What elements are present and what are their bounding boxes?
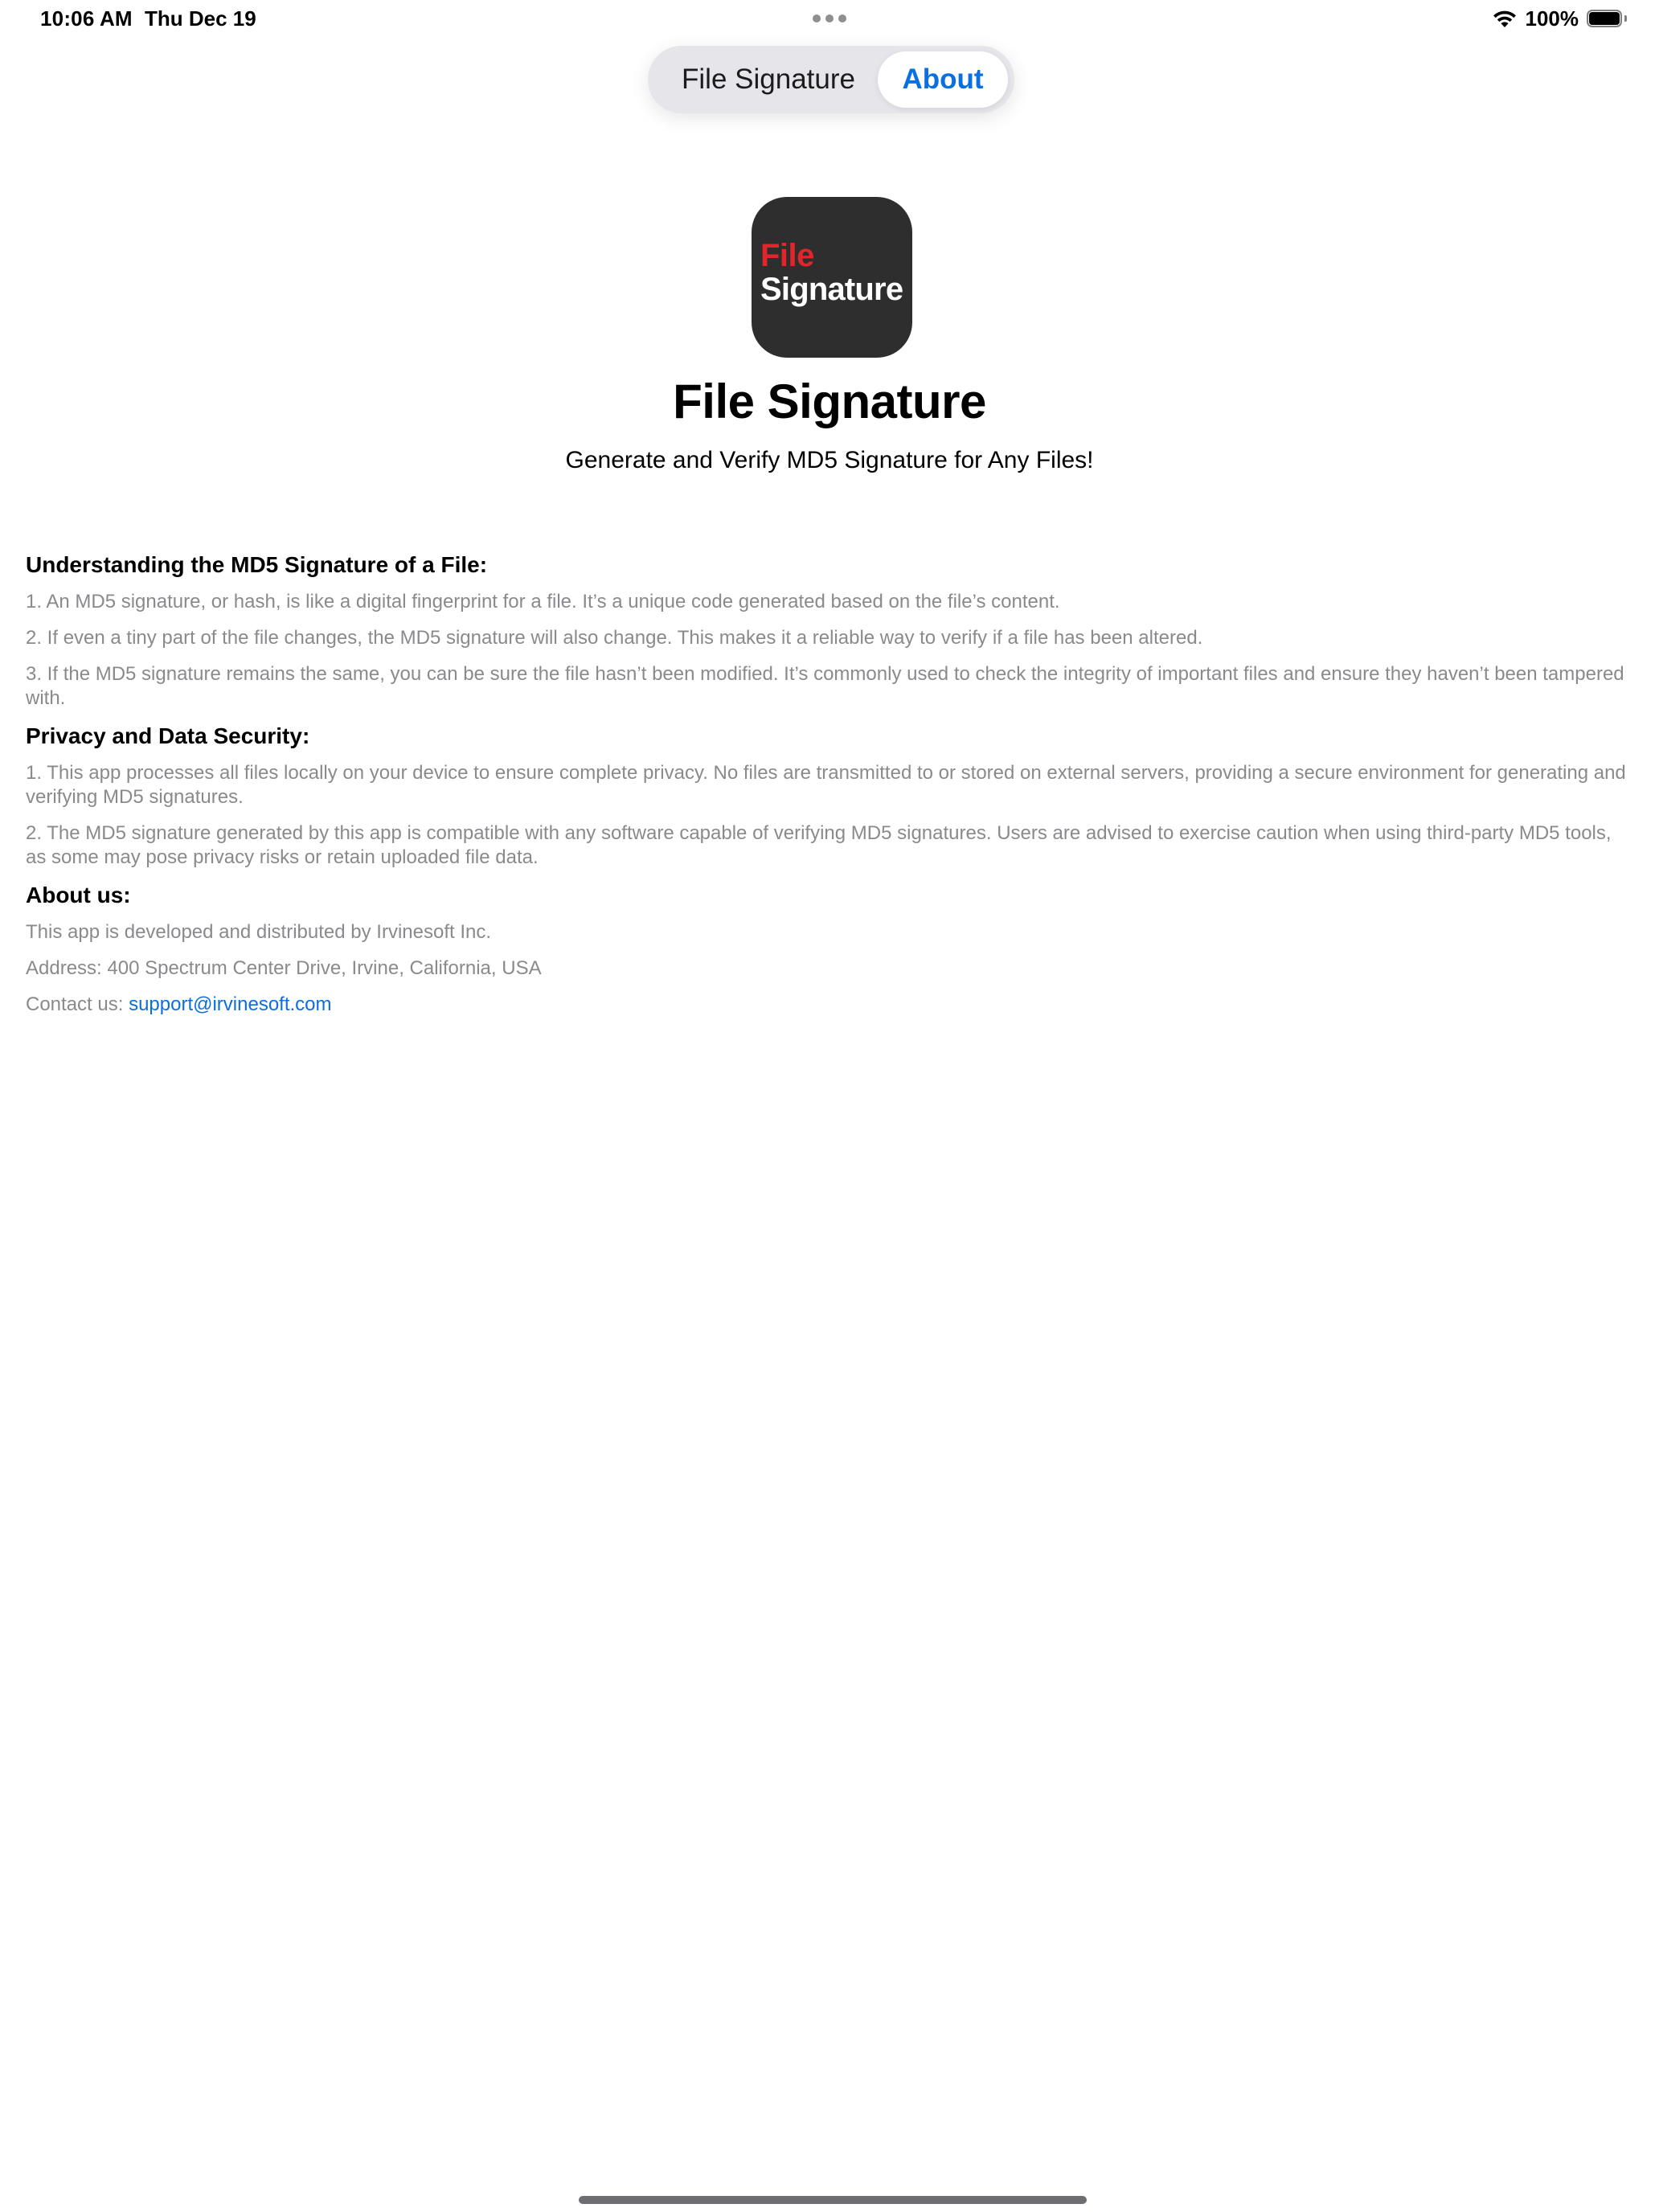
status-time: 10:06 AM [40,6,133,31]
home-indicator[interactable] [579,2196,1087,2204]
app-icon: File Signature [752,197,912,358]
contact-email-link[interactable]: support@irvinesoft.com [129,993,331,1015]
tab-about[interactable]: About [878,51,1008,108]
understanding-paragraph-2: 2. If even a tiny part of the file chang… [26,627,1203,649]
status-date: Thu Dec 19 [145,6,256,31]
about-content: Understanding the MD5 Signature of a Fil… [26,551,1633,1029]
battery-percentage: 100% [1525,6,1579,31]
understanding-paragraph-1: 1. An MD5 signature, or hash, is like a … [26,591,1060,612]
battery-icon [1587,9,1627,29]
tab-segmented-control: File Signature About [648,46,1014,113]
multitasking-dots-icon[interactable] [813,14,846,23]
status-bar: 10:06 AM Thu Dec 19 100% [0,0,1659,39]
contact-label: Contact us: [26,993,129,1015]
section-heading-privacy: Privacy and Data Security: [26,723,310,748]
privacy-paragraph-1: 1. This app processes all files locally … [26,762,1626,808]
about-address: Address: 400 Spectrum Center Drive, Irvi… [26,957,542,979]
section-heading-understanding: Understanding the MD5 Signature of a Fil… [26,552,488,577]
section-heading-about-us: About us: [26,883,131,907]
wifi-icon [1492,10,1518,29]
status-indicators: 100% [1492,6,1627,31]
about-contact: Contact us: support@irvinesoft.com [26,993,1633,1017]
app-subtitle: Generate and Verify MD5 Signature for An… [565,447,1094,473]
tab-file-signature[interactable]: File Signature [661,51,876,108]
privacy-paragraph-2: 2. The MD5 signature generated by this a… [26,822,1612,868]
app-title: File Signature [673,375,986,428]
app-icon-text-signature: Signature [760,272,903,307]
app-icon-text-file: File [760,238,814,273]
understanding-paragraph-3: 3. If the MD5 signature remains the same… [26,663,1624,709]
about-developer: This app is developed and distributed by… [26,921,491,943]
